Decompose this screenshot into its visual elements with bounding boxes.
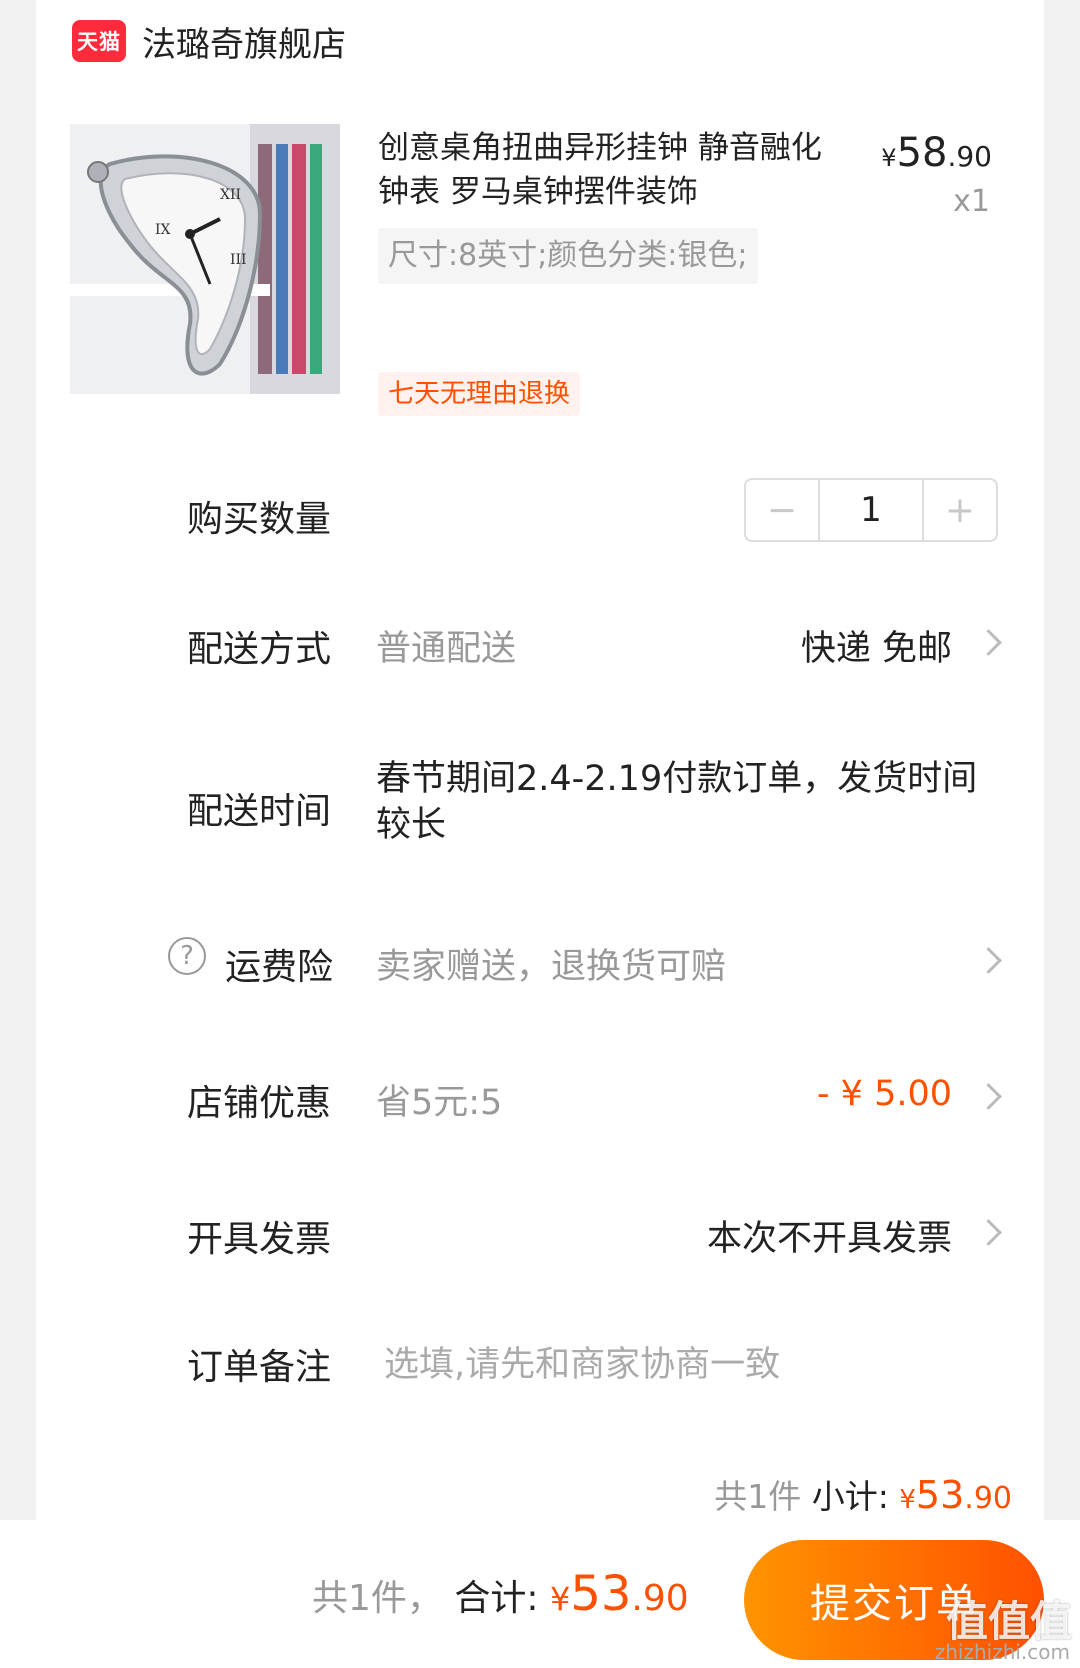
total-symbol: ¥ <box>549 1580 571 1618</box>
invoice-label: 开具发票 <box>187 1219 332 1260</box>
delivery-time-value: 春节期间2.4-2.19付款订单，发货时间较长 <box>376 759 978 845</box>
product-spec: 尺寸:8英寸;颜色分类:银色; <box>378 228 758 284</box>
freight-insurance-label: 运费险 <box>225 947 334 988</box>
delivery-method-detail: 快递 免邮 <box>800 629 952 669</box>
help-icon[interactable]: ? <box>168 937 206 975</box>
subtotal-label: 小计: <box>811 1477 889 1516</box>
order-total: 共1件， 合计: ¥53.90 <box>312 1566 689 1622</box>
delivery-method-value: 普通配送 <box>376 629 517 669</box>
invoice-value: 本次不开具发票 <box>706 1219 952 1259</box>
freight-insurance-value: 卖家赠送，退换货可赔 <box>376 947 727 987</box>
total-label: 合计: <box>454 1578 539 1619</box>
subtotal-symbol: ¥ <box>899 1485 916 1515</box>
total-count: 共1件， <box>312 1578 443 1619</box>
order-note-label: 订单备注 <box>187 1347 332 1388</box>
delivery-time-label: 配送时间 <box>187 791 332 832</box>
svg-text:IX: IX <box>155 222 171 238</box>
quantity-stepper[interactable]: − 1 + <box>744 478 998 542</box>
total-decimal: .90 <box>631 1578 689 1619</box>
subtotal-decimal: .90 <box>964 1481 1012 1516</box>
shop-discount-label: 店铺优惠 <box>187 1083 332 1124</box>
shop-discount-amount: - ¥ 5.00 <box>816 1074 952 1114</box>
order-note-input[interactable]: 选填,请先和商家协商一致 <box>384 1336 1004 1387</box>
shop-name[interactable]: 法璐奇旗舰店 <box>142 17 346 66</box>
quantity-value[interactable]: 1 <box>818 480 924 540</box>
subtotal-count: 共1件 <box>714 1477 802 1516</box>
total-integer: 53 <box>570 1566 632 1622</box>
price-decimal: .90 <box>947 140 992 173</box>
svg-text:III: III <box>230 252 247 268</box>
shop-discount-value: 省5元:5 <box>376 1083 503 1123</box>
product-title[interactable]: 创意桌角扭曲异形挂钟 静音融化钟表 罗马桌钟摆件装饰 <box>378 126 828 214</box>
product-price: ¥58.90 <box>881 130 992 176</box>
svg-text:XII: XII <box>220 187 241 203</box>
watermark-url: zhizhizhi.com <box>934 1640 1070 1664</box>
quantity-minus-button[interactable]: − <box>746 480 818 540</box>
tmall-logo: 天猫 <box>72 20 126 62</box>
quantity-label: 购买数量 <box>187 499 332 540</box>
return-policy-tag: 七天无理由退换 <box>378 372 581 416</box>
price-integer: 58 <box>896 130 948 176</box>
subtotal: 共1件 小计: ¥53.90 <box>714 1470 1012 1518</box>
product-quantity: x1 <box>953 184 990 219</box>
shop-header[interactable]: 天猫 法璐奇旗舰店 <box>72 17 346 66</box>
delivery-method-label: 配送方式 <box>187 629 332 670</box>
quantity-plus-button[interactable]: + <box>924 480 996 540</box>
price-symbol: ¥ <box>881 144 897 172</box>
subtotal-integer: 53 <box>915 1473 965 1517</box>
product-image[interactable]: XII III IX <box>70 124 340 394</box>
